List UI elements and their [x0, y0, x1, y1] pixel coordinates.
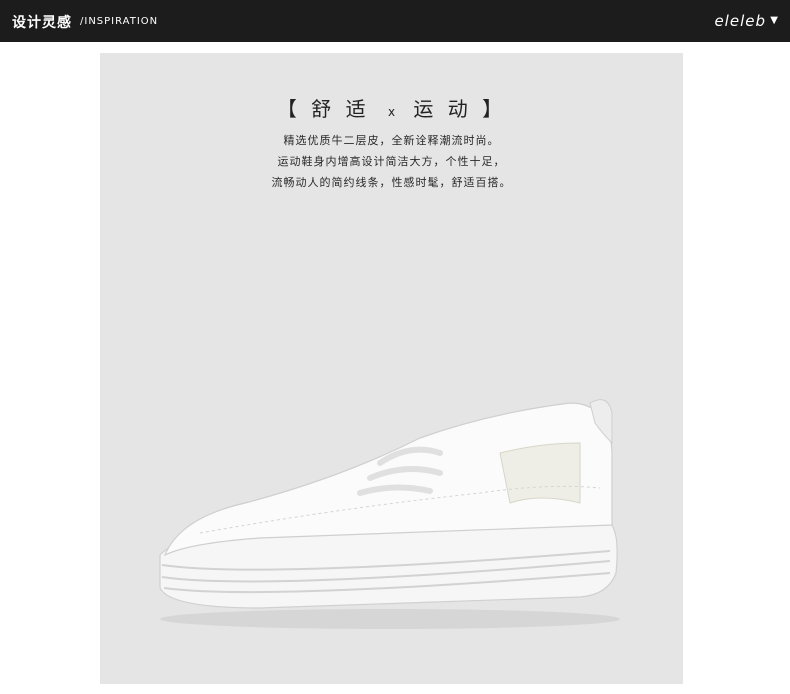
sneaker-image — [159, 399, 620, 629]
headline-separator: x — [387, 105, 396, 119]
top-bar: 设计灵感 /INSPIRATION eleleb ▼ — [0, 0, 790, 42]
section-subtitle: /INSPIRATION — [80, 16, 159, 27]
description-line: 运动鞋身内增高设计简洁大方，个性十足， — [277, 155, 506, 168]
description-line: 精选优质牛二层皮，全新诠释潮流时尚。 — [283, 134, 500, 147]
description-line: 流畅动人的简约线条，性感时髦，舒适百搭。 — [271, 176, 512, 189]
description: 精选优质牛二层皮，全新诠释潮流时尚。 运动鞋身内增高设计简洁大方，个性十足， 流… — [100, 130, 683, 193]
headline-left: 【 舒 适 — [276, 97, 370, 121]
section-title: 设计灵感 — [12, 15, 72, 31]
brand-logo[interactable]: eleleb — [714, 12, 766, 30]
product-inspiration-panel: 【 舒 适 x 运 动 】 精选优质牛二层皮，全新诠释潮流时尚。 运动鞋身内增高… — [100, 53, 683, 684]
chevron-down-icon[interactable]: ▼ — [770, 15, 778, 26]
headline: 【 舒 适 x 运 动 】 — [100, 93, 683, 122]
headline-right: 运 动 】 — [413, 97, 507, 121]
